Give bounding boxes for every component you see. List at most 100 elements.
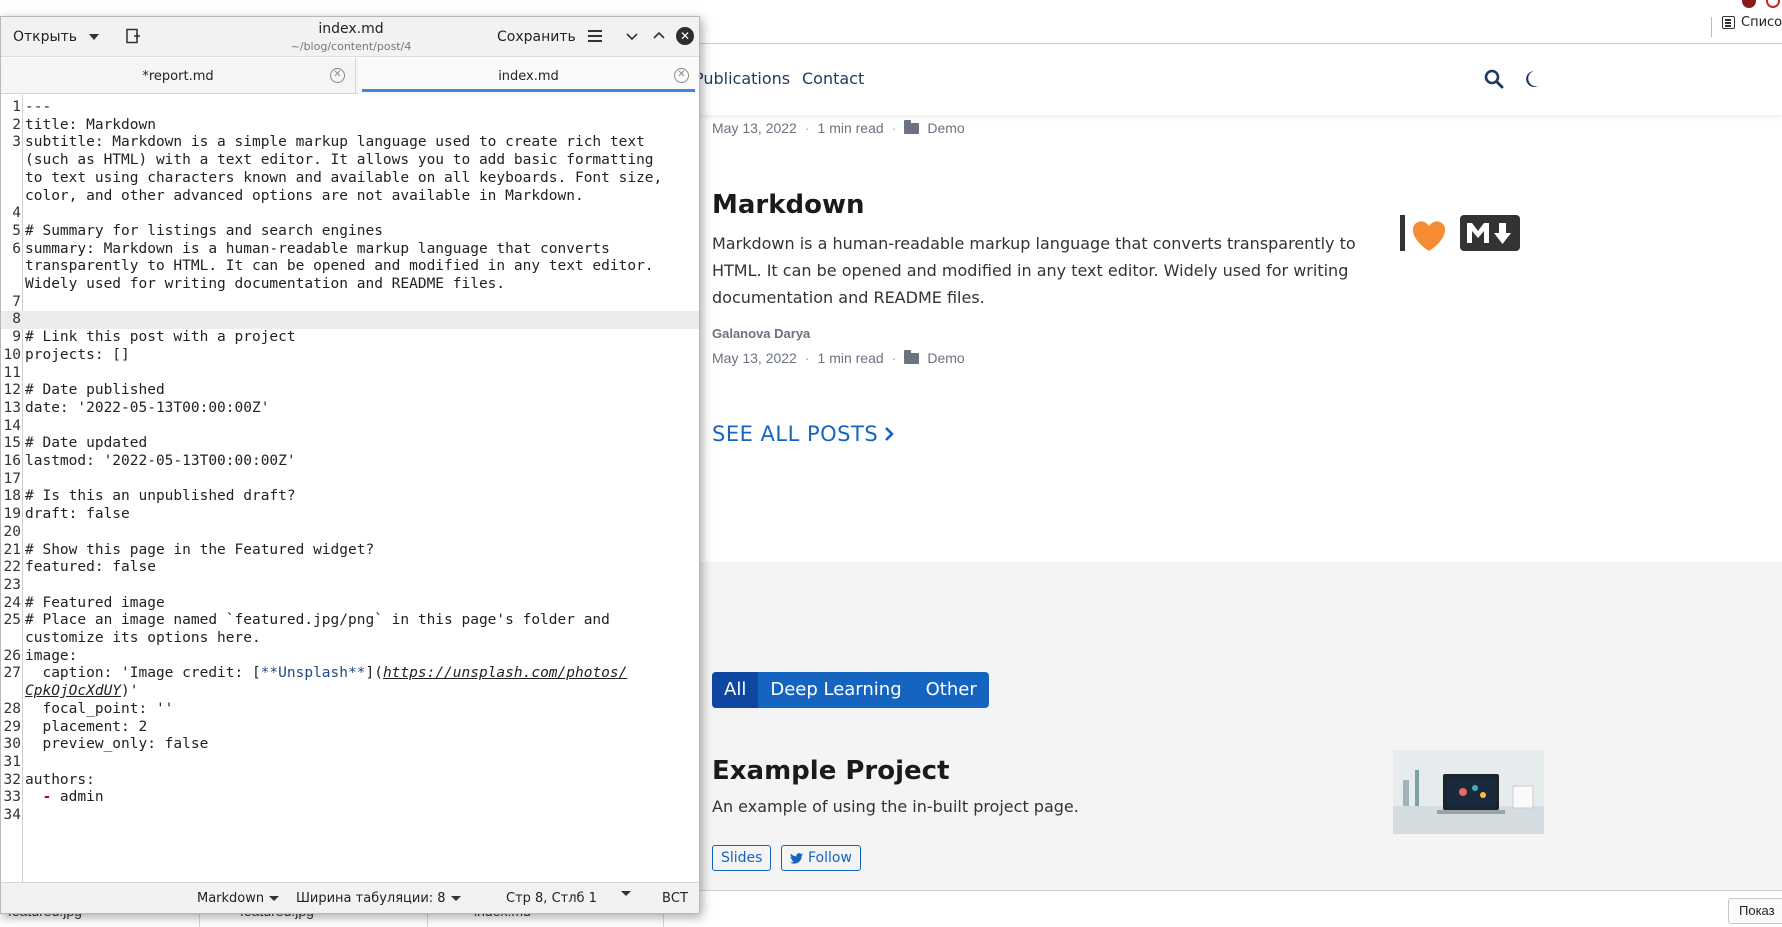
reading-list-button[interactable]: Списо xyxy=(1722,15,1782,30)
moon-icon[interactable] xyxy=(1522,69,1540,89)
code-line[interactable]: 33 - admin xyxy=(1,789,699,807)
code-line[interactable]: (such as HTML) with a text editor. It al… xyxy=(1,152,699,170)
post-category-link[interactable]: Demo xyxy=(927,350,964,366)
cursor-position-dropdown[interactable] xyxy=(621,891,631,896)
line-number: 4 xyxy=(12,205,21,222)
code-line[interactable]: 22 featured: false xyxy=(1,559,699,577)
code-line[interactable]: 18 # Is this an unpublished draft? xyxy=(1,488,699,506)
code-line[interactable]: to text using characters known and avail… xyxy=(1,170,699,188)
minimize-icon[interactable] xyxy=(626,30,638,42)
code-line[interactable]: 11 xyxy=(1,365,699,383)
code-line[interactable]: 30 preview_only: false xyxy=(1,736,699,754)
tab-width-selector[interactable]: Ширина табуляции: 8 xyxy=(296,891,461,906)
line-number: 11 xyxy=(3,364,21,381)
save-button[interactable]: Сохранить xyxy=(497,29,576,45)
post-author[interactable]: Galanova Darya xyxy=(712,326,810,341)
filter-deep-learning-button[interactable]: Deep Learning xyxy=(758,672,913,708)
code-line[interactable]: 2 title: Markdown xyxy=(1,117,699,135)
code-line[interactable]: 27 caption: 'Image credit: [**Unsplash**… xyxy=(1,665,699,683)
line-number: 30 xyxy=(3,736,21,753)
code-line[interactable]: 31 xyxy=(1,754,699,772)
line-number: 13 xyxy=(3,399,21,416)
toolbar-separator xyxy=(1711,17,1712,37)
meta-separator: · xyxy=(804,350,810,366)
code-line[interactable]: 28 focal_point: '' xyxy=(1,701,699,719)
code-line[interactable]: Widely used for writing documentation an… xyxy=(1,276,699,294)
post-date: May 13, 2022 xyxy=(712,350,797,366)
post-title[interactable]: Markdown xyxy=(712,190,865,220)
reading-list-icon xyxy=(1722,16,1735,29)
code-line[interactable]: CpkOjOcXdUY)' xyxy=(1,683,699,701)
hamburger-menu-icon[interactable] xyxy=(588,30,602,42)
follow-button[interactable]: Follow xyxy=(781,845,861,871)
see-all-posts-link[interactable]: SEE ALL POSTS xyxy=(712,422,895,446)
code-line[interactable]: color, and other advanced options are no… xyxy=(1,188,699,206)
maximize-icon[interactable] xyxy=(653,30,665,42)
code-line[interactable]: 23 xyxy=(1,577,699,595)
project-title[interactable]: Example Project xyxy=(712,756,950,786)
editor-statusbar: Markdown Ширина табуляции: 8 Стр 8, Стлб… xyxy=(1,882,699,913)
line-number: 18 xyxy=(3,488,21,505)
code-line[interactable]: 3 subtitle: Markdown is a simple markup l… xyxy=(1,134,699,152)
code-line[interactable]: 12 # Date published xyxy=(1,382,699,400)
code-line[interactable]: 9 # Link this post with a project xyxy=(1,329,699,347)
code-line[interactable]: 21 # Show this page in the Featured widge… xyxy=(1,542,699,560)
code-line[interactable]: 4 xyxy=(1,205,699,223)
code-line[interactable]: 29 placement: 2 xyxy=(1,719,699,737)
profile-icon[interactable] xyxy=(1742,0,1756,8)
code-line[interactable]: 6 summary: Markdown is a human-readable m… xyxy=(1,241,699,259)
code-line[interactable]: 5 # Summary for listings and search engin… xyxy=(1,223,699,241)
close-icon[interactable]: ✕ xyxy=(676,27,694,45)
code-line[interactable]: 24 # Featured image xyxy=(1,595,699,613)
line-number: 8 xyxy=(12,311,21,328)
cursor-position[interactable]: Стр 8, Стлб 1 xyxy=(506,891,597,906)
tab-index-md[interactable]: index.md ✕ xyxy=(358,58,699,94)
line-number: 2 xyxy=(12,116,21,133)
language-selector[interactable]: Markdown xyxy=(197,891,280,906)
filter-other-button[interactable]: Other xyxy=(914,672,989,708)
line-number: 23 xyxy=(3,576,21,593)
slides-button[interactable]: Slides xyxy=(712,845,772,871)
code-line[interactable]: 17 xyxy=(1,471,699,489)
nav-link-publications[interactable]: Publications xyxy=(694,69,790,88)
code-line[interactable]: 13 date: '2022-05-13T00:00:00Z' xyxy=(1,400,699,418)
insert-mode-indicator[interactable]: ВСТ xyxy=(662,891,688,906)
code-editor[interactable]: 1 --- 2 title: Markdown 3 subtitle: Markdown … xyxy=(1,95,699,883)
filter-all-button[interactable]: All xyxy=(712,672,759,708)
post-thumbnail[interactable] xyxy=(1400,213,1535,253)
extension-icon[interactable] xyxy=(1766,0,1780,8)
text-editor-window: Открыть index.md ~/blog/content/post/4 С… xyxy=(0,16,700,914)
tab-label: index.md xyxy=(498,69,559,84)
show-all-downloads-button[interactable]: Показ xyxy=(1728,898,1782,924)
close-tab-icon[interactable]: ✕ xyxy=(674,68,689,83)
code-line[interactable]: 16 lastmod: '2022-05-13T00:00:00Z' xyxy=(1,453,699,471)
code-line[interactable]: 26 image: xyxy=(1,648,699,666)
code-line[interactable]: 19 draft: false xyxy=(1,506,699,524)
code-line[interactable]: 1 --- xyxy=(1,99,699,117)
code-line[interactable]: 10 projects: [] xyxy=(1,347,699,365)
line-text: authors: xyxy=(25,771,95,788)
search-icon[interactable] xyxy=(1484,69,1504,89)
code-line[interactable]: 32 authors: xyxy=(1,772,699,790)
dropdown-icon xyxy=(450,896,461,901)
post-category-link[interactable]: Demo xyxy=(927,120,964,136)
current-line[interactable]: 8 xyxy=(1,311,699,330)
code-line[interactable]: transparently to HTML. It can be opened … xyxy=(1,258,699,276)
nav-link-contact[interactable]: Contact xyxy=(802,69,864,88)
code-line[interactable]: 15 # Date updated xyxy=(1,435,699,453)
meta-separator: · xyxy=(804,120,810,136)
code-line[interactable]: customize its options here. xyxy=(1,630,699,648)
tab-report-md[interactable]: *report.md ✕ xyxy=(1,58,356,94)
code-line[interactable]: 7 xyxy=(1,294,699,312)
post-summary: Markdown is a human-readable markup lang… xyxy=(712,234,1356,307)
project-thumbnail[interactable] xyxy=(1393,750,1544,834)
code-line[interactable]: 14 xyxy=(1,418,699,436)
meta-separator: · xyxy=(891,350,897,366)
code-line[interactable]: 34 xyxy=(1,807,699,825)
i-letter-icon xyxy=(1400,215,1405,251)
line-text: # Place an image named `featured.jpg/png… xyxy=(25,612,610,629)
code-line[interactable]: 20 xyxy=(1,524,699,542)
line-number: 28 xyxy=(3,700,21,717)
code-line[interactable]: 25 # Place an image named `featured.jpg/p… xyxy=(1,612,699,630)
close-tab-icon[interactable]: ✕ xyxy=(330,68,345,83)
